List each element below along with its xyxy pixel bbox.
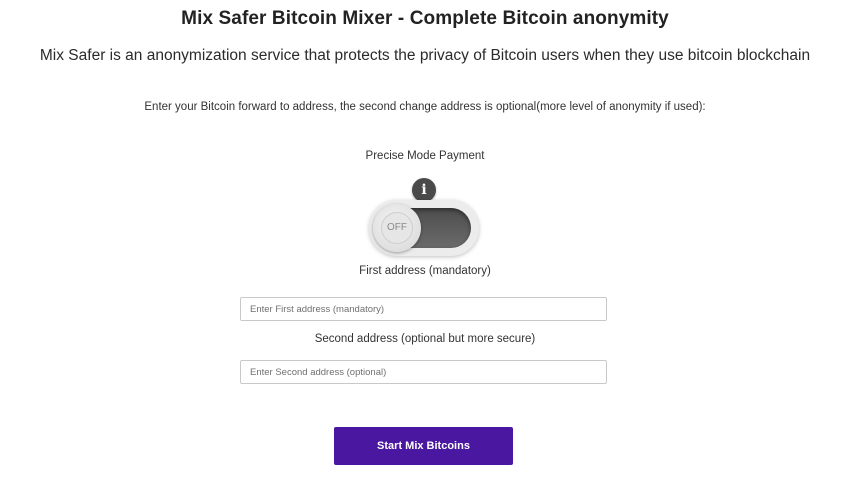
second-address-label: Second address (optional but more secure… (314, 333, 536, 345)
form-instruction: Enter your Bitcoin forward to address, t… (144, 101, 706, 113)
info-icon-glyph: i (421, 182, 427, 198)
precise-mode-label: Precise Mode Payment (365, 150, 485, 162)
mixer-page: Mix Safer Bitcoin Mixer - Complete Bitco… (0, 0, 850, 480)
first-address-label: First address (mandatory) (359, 265, 491, 277)
start-mix-button[interactable]: Start Mix Bitcoins (334, 427, 513, 465)
precise-mode-toggle[interactable]: OFF (369, 200, 479, 256)
toggle-state-label: OFF (381, 212, 413, 244)
page-title: Mix Safer Bitcoin Mixer - Complete Bitco… (181, 8, 669, 29)
first-address-input[interactable] (240, 297, 607, 321)
second-address-input[interactable] (240, 360, 607, 384)
page-subtitle: Mix Safer is an anonymization service th… (39, 47, 811, 64)
info-icon[interactable]: i (412, 178, 436, 202)
toggle-knob[interactable]: OFF (373, 204, 421, 252)
